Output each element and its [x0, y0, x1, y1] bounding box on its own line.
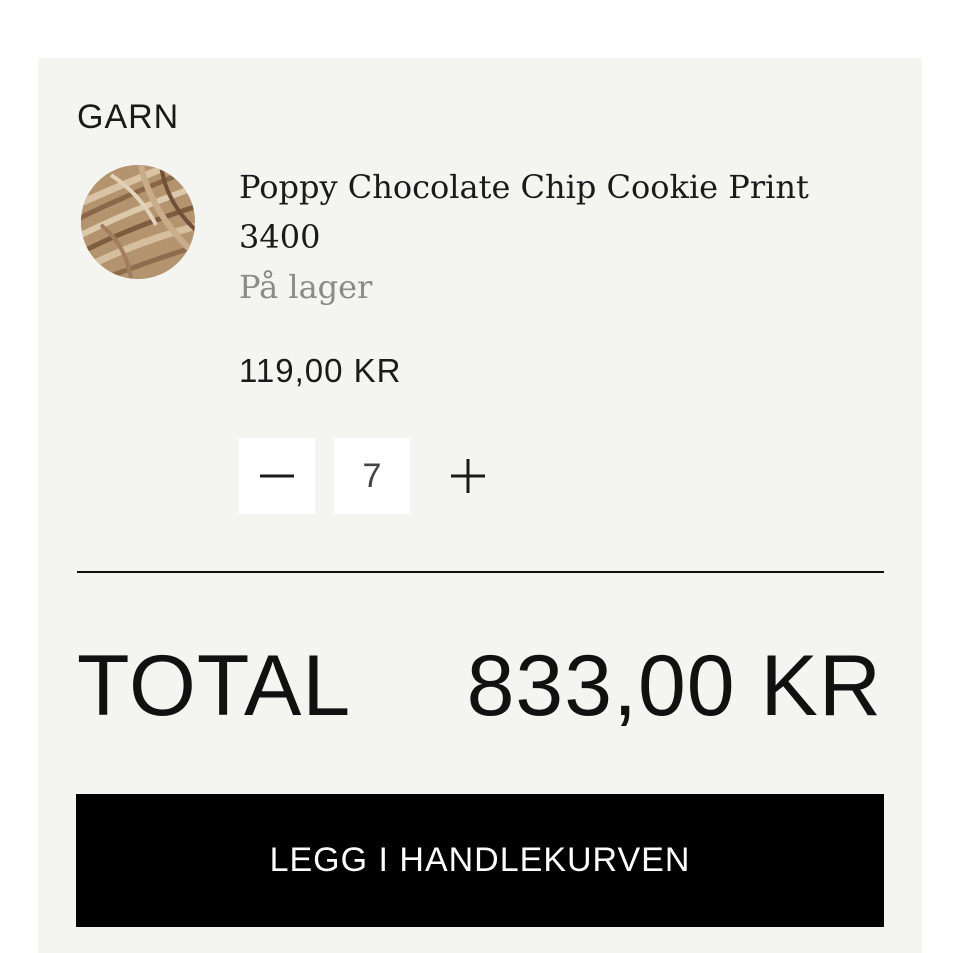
increase-quantity-button[interactable] — [430, 438, 506, 514]
category-heading: GARN — [77, 98, 180, 136]
total-label: TOTAL — [77, 638, 352, 734]
decrease-quantity-button[interactable] — [239, 438, 315, 514]
yarn-ball-image — [81, 165, 195, 279]
stock-status: På lager — [239, 268, 373, 306]
product-thumbnail — [81, 165, 195, 279]
minus-icon — [260, 474, 294, 478]
total-value: 833,00 KR — [466, 638, 882, 734]
divider — [77, 571, 884, 573]
add-to-cart-button[interactable]: LEGG I HANDLEKURVEN — [76, 794, 884, 927]
product-name[interactable]: Poppy Chocolate Chip Cookie Print 3400 — [239, 162, 879, 262]
quantity-input[interactable] — [334, 438, 410, 514]
unit-price: 119,00 KR — [239, 352, 402, 389]
plus-icon — [451, 459, 485, 493]
